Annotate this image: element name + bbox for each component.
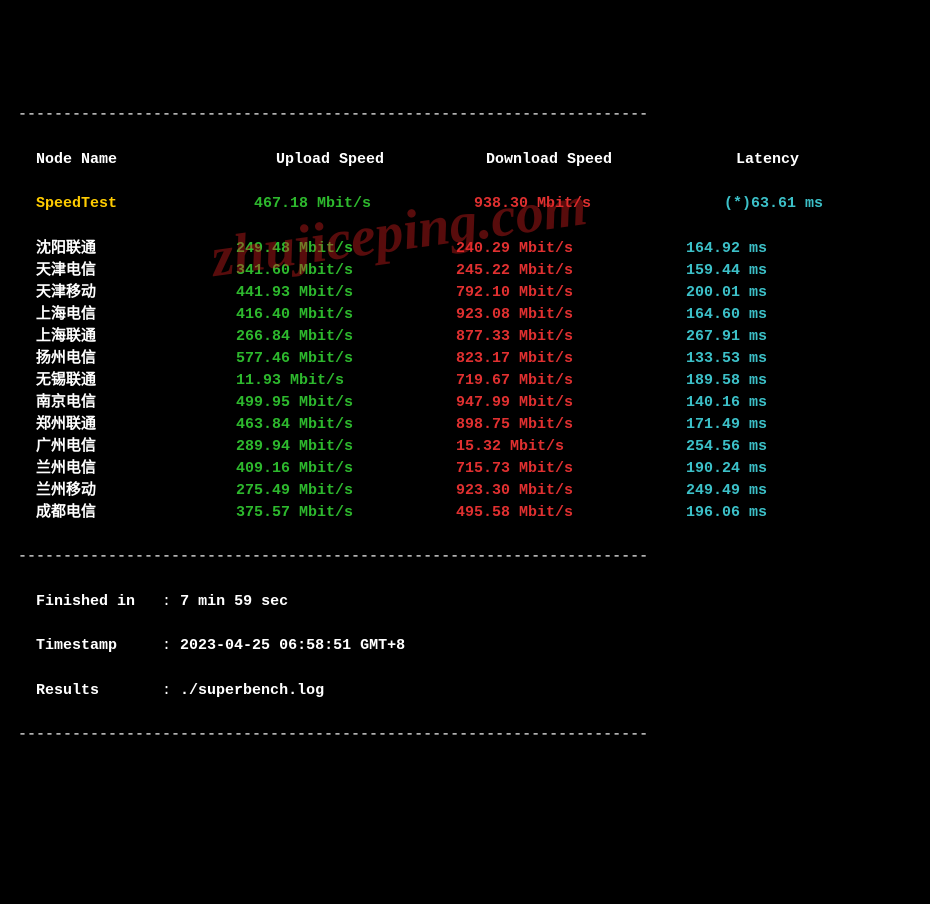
footer-results: Results : ./superbench.log [18,680,912,702]
upload-value: 275.49 Mbit/s [236,480,456,503]
download-value: 923.08 Mbit/s [456,304,686,327]
upload-value: 249.48 Mbit/s [236,238,456,261]
latency-value: 140.16 ms [686,392,767,415]
table-row: 上海联通266.84 Mbit/s877.33 Mbit/s267.91 ms [18,326,912,348]
node-name: 天津移动 [36,282,236,305]
table-row: 上海电信416.40 Mbit/s923.08 Mbit/s164.60 ms [18,304,912,326]
download-value: 495.58 Mbit/s [456,502,686,525]
download-value: 245.22 Mbit/s [456,260,686,283]
divider-mid: ----------------------------------------… [18,546,912,568]
table-row: 扬州电信577.46 Mbit/s823.17 Mbit/s133.53 ms [18,348,912,370]
table-row: 广州电信289.94 Mbit/s15.32 Mbit/s254.56 ms [18,436,912,458]
download-value: 15.32 Mbit/s [456,436,686,459]
node-name: 郑州联通 [36,414,236,437]
speedtest-row: SpeedTest 467.18 Mbit/s938.30 Mbit/s(*)6… [18,193,912,215]
latency-value: 200.01 ms [686,282,767,305]
header-latency: Latency [736,149,799,172]
upload-value: 266.84 Mbit/s [236,326,456,349]
latency-value: 254.56 ms [686,436,767,459]
speedtest-label: SpeedTest [36,193,236,216]
results-value: ./superbench.log [180,682,324,699]
latency-value: 189.58 ms [686,370,767,393]
node-name: 沈阳联通 [36,238,236,261]
timestamp-value: 2023-04-25 06:58:51 GMT+8 [180,637,405,654]
table-row: 无锡联通11.93 Mbit/s719.67 Mbit/s189.58 ms [18,370,912,392]
table-row: 天津电信341.60 Mbit/s245.22 Mbit/s159.44 ms [18,260,912,282]
speedtest-latency: (*)63.61 ms [724,193,823,216]
download-value: 823.17 Mbit/s [456,348,686,371]
finished-value: 7 min 59 sec [180,593,288,610]
upload-value: 375.57 Mbit/s [236,502,456,525]
upload-value: 499.95 Mbit/s [236,392,456,415]
node-name: 扬州电信 [36,348,236,371]
timestamp-label: Timestamp [36,637,117,654]
latency-value: 190.24 ms [686,458,767,481]
upload-value: 341.60 Mbit/s [236,260,456,283]
download-value: 877.33 Mbit/s [456,326,686,349]
latency-value: 164.60 ms [686,304,767,327]
latency-value: 171.49 ms [686,414,767,437]
upload-value: 409.16 Mbit/s [236,458,456,481]
node-name: 上海联通 [36,326,236,349]
finished-label: Finished in [36,593,135,610]
upload-value: 577.46 Mbit/s [236,348,456,371]
node-name: 天津电信 [36,260,236,283]
divider-top: ----------------------------------------… [18,104,912,126]
table-row: 兰州电信409.16 Mbit/s715.73 Mbit/s190.24 ms [18,458,912,480]
upload-value: 416.40 Mbit/s [236,304,456,327]
latency-value: 267.91 ms [686,326,767,349]
latency-value: 133.53 ms [686,348,767,371]
latency-value: 249.49 ms [686,480,767,503]
upload-value: 11.93 Mbit/s [236,370,456,393]
download-value: 792.10 Mbit/s [456,282,686,305]
header-row: Node NameUpload SpeedDownload SpeedLaten… [18,149,912,171]
table-row: 兰州移动275.49 Mbit/s923.30 Mbit/s249.49 ms [18,480,912,502]
download-value: 923.30 Mbit/s [456,480,686,503]
speedtest-download: 938.30 Mbit/s [474,193,724,216]
node-name: 成都电信 [36,502,236,525]
node-name: 广州电信 [36,436,236,459]
node-name: 上海电信 [36,304,236,327]
download-value: 947.99 Mbit/s [456,392,686,415]
footer-timestamp: Timestamp : 2023-04-25 06:58:51 GMT+8 [18,635,912,657]
results-label: Results [36,682,99,699]
download-value: 898.75 Mbit/s [456,414,686,437]
upload-value: 441.93 Mbit/s [236,282,456,305]
speedtest-upload: 467.18 Mbit/s [254,193,474,216]
table-row: 沈阳联通249.48 Mbit/s240.29 Mbit/s164.92 ms [18,238,912,260]
download-value: 719.67 Mbit/s [456,370,686,393]
header-upload: Upload Speed [276,149,486,172]
upload-value: 289.94 Mbit/s [236,436,456,459]
download-value: 715.73 Mbit/s [456,458,686,481]
node-name: 无锡联通 [36,370,236,393]
table-row: 天津移动441.93 Mbit/s792.10 Mbit/s200.01 ms [18,282,912,304]
footer-finished: Finished in : 7 min 59 sec [18,591,912,613]
table-row: 成都电信375.57 Mbit/s495.58 Mbit/s196.06 ms [18,502,912,524]
node-name: 兰州移动 [36,480,236,503]
node-rows: 沈阳联通249.48 Mbit/s240.29 Mbit/s164.92 ms … [18,238,912,524]
table-row: 郑州联通463.84 Mbit/s898.75 Mbit/s171.49 ms [18,414,912,436]
node-name: 兰州电信 [36,458,236,481]
header-node: Node Name [36,149,276,172]
latency-value: 164.92 ms [686,238,767,261]
download-value: 240.29 Mbit/s [456,238,686,261]
table-row: 南京电信499.95 Mbit/s947.99 Mbit/s140.16 ms [18,392,912,414]
header-download: Download Speed [486,149,736,172]
latency-value: 196.06 ms [686,502,767,525]
latency-value: 159.44 ms [686,260,767,283]
node-name: 南京电信 [36,392,236,415]
upload-value: 463.84 Mbit/s [236,414,456,437]
divider-bottom: ----------------------------------------… [18,724,912,746]
